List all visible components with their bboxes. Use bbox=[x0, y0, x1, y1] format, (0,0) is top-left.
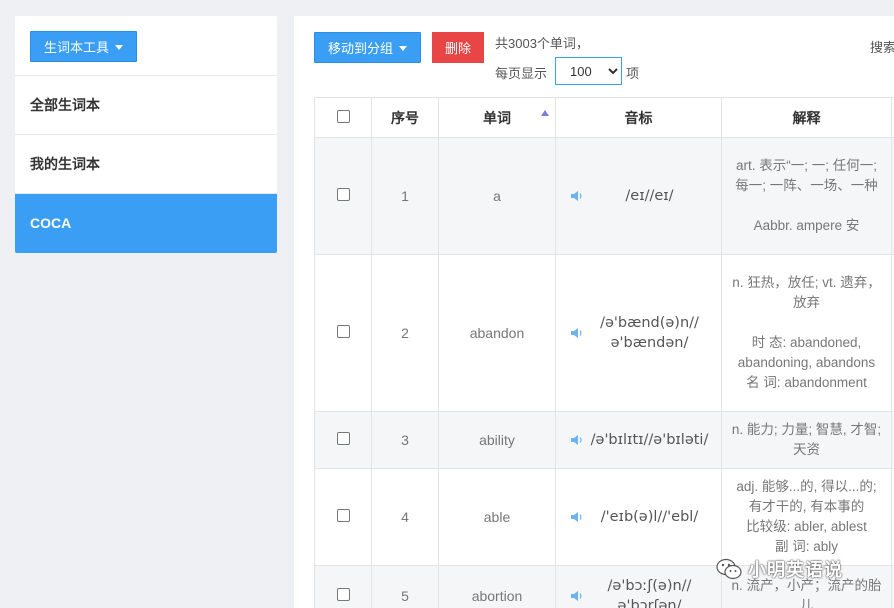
move-to-group-button[interactable]: 移动到分组 bbox=[314, 32, 422, 63]
definition-line: adj. 能够...的, 得以...的; 有才干的, 有本事的 bbox=[736, 479, 877, 514]
row-definition-cell: n. 狂热，放任; vt. 遗弃，放弃时 态: abandoned, aband… bbox=[721, 254, 892, 412]
select-all-header[interactable] bbox=[314, 97, 372, 138]
perpage-select[interactable]: 100 bbox=[555, 57, 622, 85]
row-number: 5 bbox=[371, 565, 439, 608]
row-word: abortion bbox=[438, 565, 556, 608]
row-checkbox[interactable] bbox=[336, 509, 350, 522]
definition-line: 名 词: abandonment bbox=[746, 375, 867, 390]
row-checkbox[interactable] bbox=[336, 188, 350, 201]
row-number: 2 bbox=[371, 254, 439, 412]
definition-line: Aabbr. ampere 安 bbox=[753, 218, 860, 233]
main-panel: 移动到分组 删除 共3003个单词， 每页显示 100 项 搜索 序号 单词 音… bbox=[294, 16, 894, 608]
watermark-text: 小明英语说 bbox=[748, 560, 843, 580]
row-number: 4 bbox=[371, 468, 439, 566]
column-header-definition[interactable]: 解释 bbox=[721, 97, 892, 138]
wordbook-tools-button[interactable]: 生词本工具 bbox=[30, 31, 138, 62]
table-header-row: 序号 单词 音标 解释 bbox=[314, 97, 894, 138]
row-phonetic: /eɪ//eɪ/ bbox=[625, 188, 674, 204]
sort-asc-icon[interactable] bbox=[541, 110, 549, 116]
row-word: ability bbox=[438, 411, 556, 469]
perpage-unit: 项 bbox=[626, 66, 640, 81]
row-word: a bbox=[438, 137, 556, 255]
row-checkbox-cell[interactable] bbox=[314, 468, 372, 566]
speaker-icon[interactable] bbox=[570, 510, 584, 524]
definition-line: 比较级: abler, ablest bbox=[746, 519, 867, 534]
row-phonetic-cell: /'eɪb(ə)l//'ebl/ bbox=[555, 468, 722, 566]
table-row[interactable]: 4 able /'eɪb(ə)l//'ebl/adj. 能够...的, 得以...的… bbox=[314, 468, 894, 566]
speaker-icon[interactable] bbox=[570, 589, 584, 603]
row-checkbox-cell[interactable] bbox=[314, 137, 372, 255]
delete-button[interactable]: 删除 bbox=[432, 32, 484, 63]
column-header-word-label: 单词 bbox=[483, 109, 511, 126]
speaker-icon[interactable] bbox=[570, 433, 584, 447]
sidebar-item-my-wordbook[interactable]: 我的生词本 bbox=[15, 135, 277, 194]
sidebar-item-coca[interactable]: COCA bbox=[15, 194, 277, 253]
row-checkbox-cell[interactable] bbox=[314, 411, 372, 469]
row-phonetic: /'eɪb(ə)l//'ebl/ bbox=[600, 509, 699, 525]
definition-line: n. 能力; 力量; 智慧, 才智; 天资 bbox=[731, 422, 882, 457]
definition-line: art. 表示“一; 一; 任何一; 每一; 一阵、一场、一种 bbox=[735, 158, 878, 193]
perpage-label: 每页显示 bbox=[495, 66, 548, 81]
row-definition: n. 能力; 力量; 智慧, 才智; 天资 bbox=[722, 414, 891, 466]
row-checkbox-cell[interactable] bbox=[314, 565, 372, 608]
speaker-icon[interactable] bbox=[570, 326, 584, 340]
definition-line: n. 狂热，放任; vt. 遗弃，放弃 bbox=[732, 275, 881, 310]
column-header-phonetic[interactable]: 音标 bbox=[555, 97, 722, 138]
row-number: 1 bbox=[371, 137, 439, 255]
column-header-no[interactable]: 序号 bbox=[371, 97, 439, 138]
table-row[interactable]: 3 ability/ə'bɪlɪtɪ//ə'bɪləti/n. 能力; 力量; 智… bbox=[314, 411, 894, 469]
row-definition-cell: adj. 能够...的, 得以...的; 有才干的, 有本事的比较级: able… bbox=[721, 468, 892, 566]
toolbar: 移动到分组 删除 共3003个单词， 每页显示 100 项 搜索 bbox=[294, 16, 894, 98]
caret-down-icon bbox=[399, 46, 408, 51]
definition-line bbox=[728, 313, 885, 333]
row-phonetic: /ə'bɪlɪtɪ//ə'bɪləti/ bbox=[590, 432, 709, 448]
row-definition: adj. 能够...的, 得以...的; 有才干的, 有本事的比较级: able… bbox=[722, 471, 891, 563]
sidebar-toolbar: 生词本工具 bbox=[15, 16, 277, 76]
row-definition: n. 狂热，放任; vt. 遗弃，放弃时 态: abandoned, aband… bbox=[722, 267, 891, 399]
definition-line: 时 态: abandoned, abandoning, abandons bbox=[737, 335, 876, 370]
sidebar: 生词本工具 全部生词本 我的生词本 COCA bbox=[15, 16, 277, 253]
row-definition-cell: n. 能力; 力量; 智慧, 才智; 天资 bbox=[721, 411, 892, 469]
row-checkbox-cell[interactable] bbox=[314, 254, 372, 412]
table-row[interactable]: 1 a/eɪ//eɪ/art. 表示“一; 一; 任何一; 每一; 一阵、一场、一… bbox=[314, 137, 894, 255]
wechat-icon bbox=[716, 558, 742, 580]
total-count: 共3003个单词， bbox=[495, 36, 589, 51]
sidebar-item-all-wordbooks[interactable]: 全部生词本 bbox=[15, 76, 277, 135]
row-word: abandon bbox=[438, 254, 556, 412]
search-label: 搜索 bbox=[870, 40, 894, 55]
watermark: 小明英语说 bbox=[716, 556, 843, 582]
caret-down-icon bbox=[115, 45, 124, 50]
row-word: able bbox=[438, 468, 556, 566]
speaker-icon[interactable] bbox=[570, 189, 584, 203]
row-phonetic-cell: /ə'bɔːʃ(ə)n// ə'bɔrʃən/ bbox=[555, 565, 722, 608]
row-definition-cell: art. 表示“一; 一; 任何一; 每一; 一阵、一场、一种 Aabbr. am… bbox=[721, 137, 892, 255]
row-checkbox[interactable] bbox=[336, 432, 350, 445]
row-phonetic-cell: /ə'bænd(ə)n// ə'bændən/ bbox=[555, 254, 722, 412]
word-table: 序号 单词 音标 解释 1 a/eɪ//eɪ/art. 表示“一; 一; 任何一;… bbox=[314, 97, 894, 608]
row-phonetic-cell: /ə'bɪlɪtɪ//ə'bɪləti/ bbox=[555, 411, 722, 469]
row-checkbox[interactable] bbox=[336, 325, 350, 338]
row-definition: art. 表示“一; 一; 任何一; 每一; 一阵、一场、一种 Aabbr. am… bbox=[722, 150, 891, 242]
row-number: 3 bbox=[371, 411, 439, 469]
select-all-checkbox[interactable] bbox=[336, 109, 350, 123]
row-checkbox[interactable] bbox=[336, 587, 350, 601]
wordbook-tools-label: 生词本工具 bbox=[44, 40, 110, 55]
row-phonetic-cell: /eɪ//eɪ/ bbox=[555, 137, 722, 255]
table-row[interactable]: 2 abandon/ə'bænd(ə)n// ə'bændən/n. 狂热，放任;… bbox=[314, 254, 894, 412]
definition-line bbox=[728, 196, 885, 216]
move-to-group-label: 移动到分组 bbox=[328, 41, 394, 56]
definition-line: 副 词: ably bbox=[774, 539, 839, 554]
column-header-word[interactable]: 单词 bbox=[438, 97, 556, 138]
